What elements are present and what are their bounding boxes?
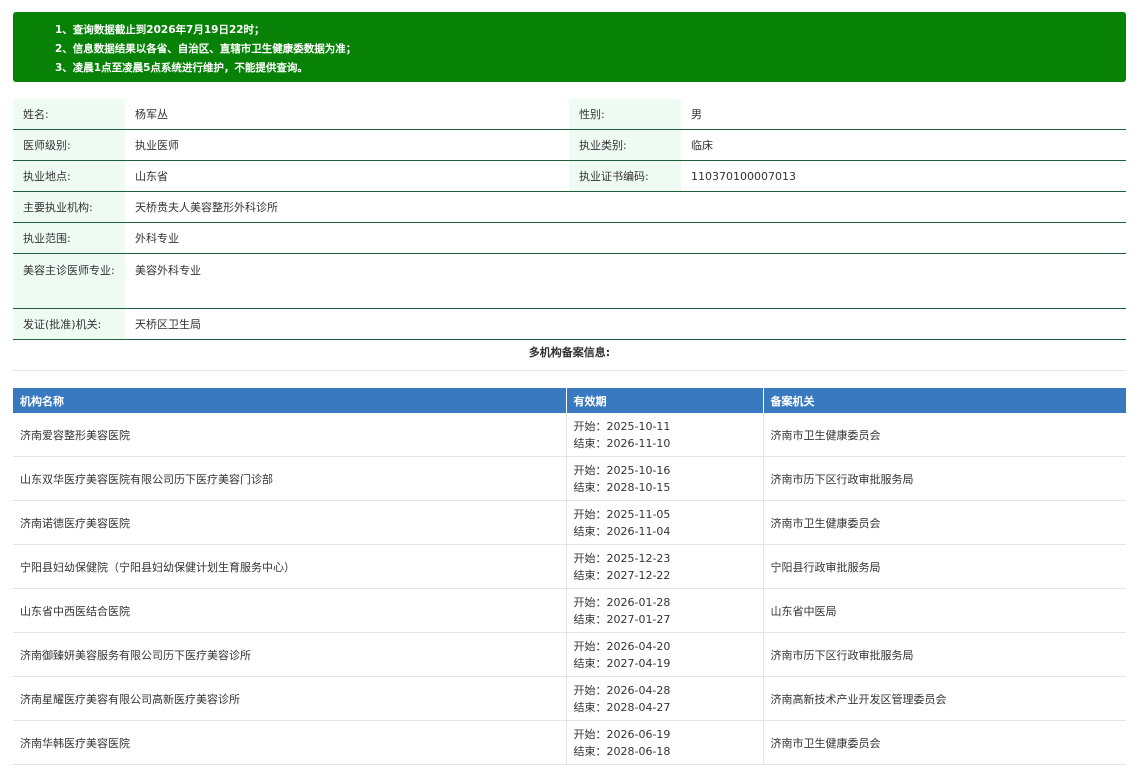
authority-cell: 济南市卫生健康委员会 — [763, 500, 1126, 545]
notice-line: 3、凌晨1点至凌晨5点系统进行维护，不能提供查询。 — [55, 62, 308, 74]
level-label: 医师级别: — [13, 129, 125, 161]
table-row: 济南爱容整形美容医院 开始：2025-10-11 结束：2026-11-10 济南… — [13, 413, 1126, 457]
period-cell: 开始：2026-04-20 结束：2027-04-19 — [566, 632, 764, 677]
column-header-period: 有效期 — [566, 388, 764, 413]
org-name-cell: 济南星耀医疗美容有限公司高新医疗美容诊所 — [13, 676, 567, 721]
table-row: 济南星耀医疗美容有限公司高新医疗美容诊所 开始：2026-04-28 结束：202… — [13, 676, 1126, 721]
org-name-cell: 济南爱容整形美容医院 — [13, 413, 567, 457]
column-header-org: 机构名称 — [13, 388, 567, 413]
info-row: 发证(批准)机关: 天桥区卫生局 — [13, 308, 1126, 340]
table-row: 宁阳县妇幼保健院（宁阳县妇幼保健计划生育服务中心） 开始：2025-12-23 结… — [13, 544, 1126, 589]
period-start: 开始：2026-04-20 — [573, 639, 671, 653]
authority-cell: 济南市卫生健康委员会 — [763, 413, 1126, 457]
period-end: 结束：2028-10-15 — [573, 480, 671, 494]
authority-cell: 山东省中医局 — [763, 588, 1126, 633]
period-start: 开始：2025-10-16 — [573, 463, 671, 477]
org-name-cell: 济南御臻妍美容服务有限公司历下医疗美容诊所 — [13, 632, 567, 677]
period-end: 结束：2028-06-18 — [573, 744, 671, 758]
info-row: 美容主诊医师专业: 美容外科专业 — [13, 253, 1126, 309]
org-value: 天桥贵夫人美容整形外科诊所 — [125, 191, 1126, 223]
multi-org-table: 机构名称 有效期 备案机关 济南爱容整形美容医院 开始：2025-10-11 结束… — [13, 388, 1126, 765]
table-row: 济南御臻妍美容服务有限公司历下医疗美容诊所 开始：2026-04-20 结束：20… — [13, 632, 1126, 677]
period-cell: 开始：2026-04-28 结束：2028-04-27 — [566, 676, 764, 721]
period-cell: 开始：2025-12-23 结束：2027-12-22 — [566, 544, 764, 589]
authority-cell: 济南市历下区行政审批服务局 — [763, 456, 1126, 501]
notice-line: 2、信息数据结果以各省、自治区、直辖市卫生健康委数据为准； — [55, 43, 357, 55]
level-value: 执业医师 — [125, 129, 569, 161]
org-name-cell: 山东省中西医结合医院 — [13, 588, 567, 633]
category-label: 执业类别: — [569, 129, 681, 161]
notice-line: 1、查询数据截止到2026年7月19日22时； — [55, 24, 265, 36]
scope-label: 执业范围: — [13, 222, 125, 254]
location-label: 执业地点: — [13, 160, 125, 192]
gender-value: 男 — [681, 99, 1126, 130]
period-end: 结束：2026-11-04 — [573, 524, 671, 538]
org-name-cell: 济南华韩医疗美容医院 — [13, 720, 567, 765]
multi-org-title: 多机构备案信息: — [13, 336, 1126, 371]
issuer-label: 发证(批准)机关: — [13, 308, 125, 340]
period-start: 开始：2025-10-11 — [573, 419, 671, 433]
cert-label: 执业证书编码: — [569, 160, 681, 192]
period-cell: 开始：2025-10-16 结束：2028-10-15 — [566, 456, 764, 501]
period-cell: 开始：2025-11-05 结束：2026-11-04 — [566, 500, 764, 545]
period-start: 开始：2025-12-23 — [573, 551, 671, 565]
period-cell: 开始：2025-10-11 结束：2026-11-10 — [566, 413, 764, 457]
period-start: 开始：2026-01-28 — [573, 595, 671, 609]
period-cell: 开始：2026-06-19 结束：2028-06-18 — [566, 720, 764, 765]
authority-cell: 济南市卫生健康委员会 — [763, 720, 1126, 765]
org-name-cell: 山东双华医疗美容医院有限公司历下医疗美容门诊部 — [13, 456, 567, 501]
category-value: 临床 — [681, 129, 1126, 161]
table-row: 山东双华医疗美容医院有限公司历下医疗美容门诊部 开始：2025-10-16 结束：… — [13, 456, 1126, 501]
column-header-authority: 备案机关 — [763, 388, 1126, 413]
issuer-value: 天桥区卫生局 — [125, 308, 1126, 340]
period-end: 结束：2027-04-19 — [573, 656, 671, 670]
name-value: 杨军丛 — [125, 99, 569, 130]
period-end: 结束：2028-04-27 — [573, 700, 671, 714]
info-row: 执业范围: 外科专业 — [13, 222, 1126, 254]
notice-banner: 1、查询数据截止到2026年7月19日22时； 2、信息数据结果以各省、自治区、… — [13, 12, 1126, 82]
doctor-info-table: 姓名: 杨军丛 性别: 男 医师级别: 执业医师 执业类别: 临床 执业地点: … — [13, 99, 1126, 340]
org-label: 主要执业机构: — [13, 191, 125, 223]
authority-cell: 济南市历下区行政审批服务局 — [763, 632, 1126, 677]
period-end: 结束：2026-11-10 — [573, 436, 671, 450]
info-row: 执业地点: 山东省 执业证书编码: 110370100007013 — [13, 160, 1126, 192]
table-header-row: 机构名称 有效期 备案机关 — [13, 388, 1126, 413]
period-start: 开始：2026-06-19 — [573, 727, 671, 741]
cosmetic-label: 美容主诊医师专业: — [13, 253, 125, 309]
period-start: 开始：2025-11-05 — [573, 507, 671, 521]
info-row: 主要执业机构: 天桥贵夫人美容整形外科诊所 — [13, 191, 1126, 223]
period-cell: 开始：2026-01-28 结束：2027-01-27 — [566, 588, 764, 633]
table-row: 济南华韩医疗美容医院 开始：2026-06-19 结束：2028-06-18 济南… — [13, 720, 1126, 765]
gender-label: 性别: — [569, 99, 681, 130]
info-row: 姓名: 杨军丛 性别: 男 — [13, 99, 1126, 130]
name-label: 姓名: — [13, 99, 125, 130]
cosmetic-value: 美容外科专业 — [125, 253, 1126, 309]
scope-value: 外科专业 — [125, 222, 1126, 254]
period-end: 结束：2027-12-22 — [573, 568, 671, 582]
cert-value: 110370100007013 — [681, 160, 1126, 192]
period-end: 结束：2027-01-27 — [573, 612, 671, 626]
table-row: 山东省中西医结合医院 开始：2026-01-28 结束：2027-01-27 山东… — [13, 588, 1126, 633]
table-row: 济南诺德医疗美容医院 开始：2025-11-05 结束：2026-11-04 济南… — [13, 500, 1126, 545]
org-name-cell: 宁阳县妇幼保健院（宁阳县妇幼保健计划生育服务中心） — [13, 544, 567, 589]
period-start: 开始：2026-04-28 — [573, 683, 671, 697]
authority-cell: 宁阳县行政审批服务局 — [763, 544, 1126, 589]
org-name-cell: 济南诺德医疗美容医院 — [13, 500, 567, 545]
authority-cell: 济南高新技术产业开发区管理委员会 — [763, 676, 1126, 721]
info-row: 医师级别: 执业医师 执业类别: 临床 — [13, 129, 1126, 161]
location-value: 山东省 — [125, 160, 569, 192]
